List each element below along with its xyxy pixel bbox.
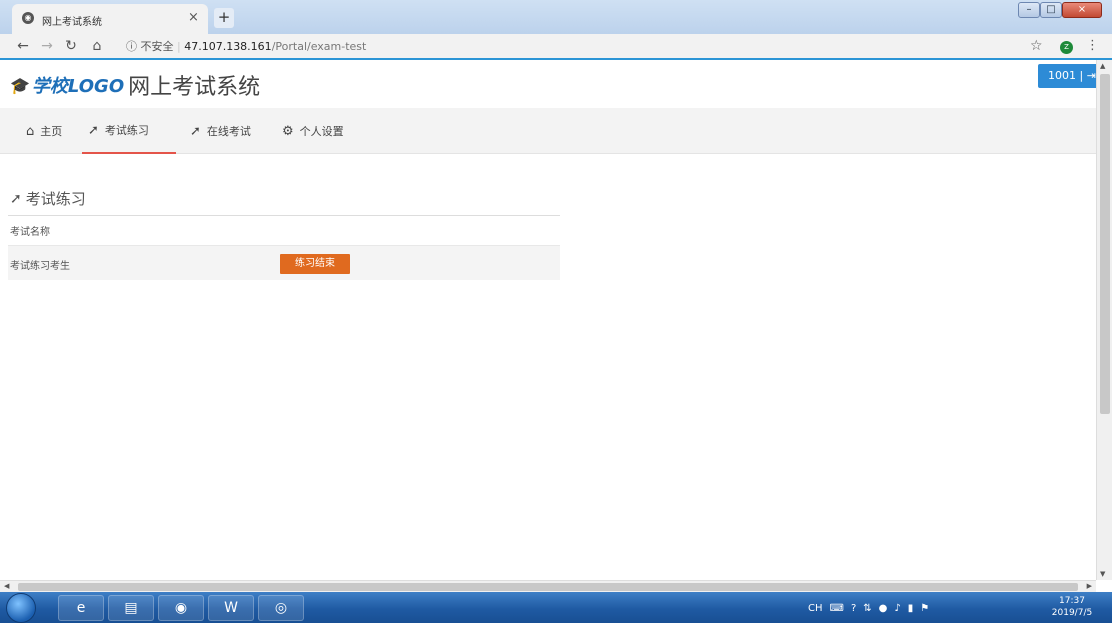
section-title: ➚ 考试练习 bbox=[10, 188, 86, 209]
url-host: 47.107.138.161 bbox=[184, 40, 272, 53]
profile-avatar[interactable]: Z bbox=[1060, 41, 1073, 54]
end-practice-button[interactable]: 练习结束 bbox=[280, 254, 350, 274]
help-icon[interactable]: ? bbox=[851, 603, 856, 614]
scroll-up-icon[interactable]: ▲ bbox=[1100, 62, 1105, 70]
network-icon[interactable]: ⇅ bbox=[863, 603, 871, 614]
table-row: 考试练习考生 练习结束 bbox=[8, 246, 560, 280]
scroll-left-icon[interactable]: ◀ bbox=[4, 582, 9, 590]
nav-item-settings[interactable]: ⚙ 个人设置 bbox=[276, 108, 350, 154]
browser-tab-bar: ◉ 网上考试系统 × + – □ × bbox=[0, 0, 1112, 34]
user-logout-badge[interactable]: 1001 | ⇥ bbox=[1038, 64, 1096, 88]
browser-menu-icon[interactable]: ⋮ bbox=[1086, 38, 1099, 53]
nav-item-home[interactable]: ⌂ 主页 bbox=[20, 108, 68, 154]
new-tab-button[interactable]: + bbox=[214, 8, 234, 28]
main-nav: ⌂ 主页 ➚ 考试练习 ➚ 在线考试 ⚙ 个人设置 bbox=[0, 108, 1096, 154]
input-language[interactable]: CH bbox=[808, 603, 823, 614]
signal-icon[interactable]: ▮ bbox=[908, 603, 914, 614]
maximize-button[interactable]: □ bbox=[1040, 2, 1062, 18]
nav-item-label: 在线考试 bbox=[206, 125, 251, 138]
ie-icon[interactable]: e bbox=[58, 595, 104, 621]
home-icon: ⌂ bbox=[26, 123, 35, 139]
insecure-label[interactable]: ⓘ 不安全 bbox=[126, 40, 174, 53]
section-title-text: 考试练习 bbox=[25, 190, 86, 208]
graduation-cap-icon: 🎓 bbox=[10, 75, 30, 95]
minimize-button[interactable]: – bbox=[1018, 2, 1040, 18]
app-icon[interactable]: ◎ bbox=[258, 595, 304, 621]
vertical-scrollbar[interactable]: ▲ ▼ bbox=[1096, 60, 1112, 580]
taskbar-clock[interactable]: 17:37 2019/7/5 bbox=[1042, 595, 1102, 619]
word-icon[interactable]: W bbox=[208, 595, 254, 621]
scroll-down-icon[interactable]: ▼ bbox=[1100, 570, 1105, 578]
horizontal-scroll-thumb[interactable] bbox=[18, 583, 1078, 591]
address-bar: ← → ↻ ⌂ ⓘ 不安全 | 47.107.138.161/Portal/ex… bbox=[0, 34, 1112, 60]
nav-item-label: 主页 bbox=[40, 125, 63, 138]
table-header: 考试名称 bbox=[8, 220, 560, 246]
tab-close-button[interactable]: × bbox=[188, 10, 199, 25]
chrome-icon[interactable]: ◉ bbox=[158, 595, 204, 621]
system-tray: CH ⌨ ? ⇅ ● ♪ ▮ ⚑ bbox=[808, 596, 936, 620]
wechat-icon[interactable]: ● bbox=[879, 603, 888, 614]
flag-icon[interactable]: ⚑ bbox=[920, 603, 929, 614]
browser-tab[interactable]: ◉ 网上考试系统 × bbox=[12, 4, 208, 34]
paper-plane-icon: ➚ bbox=[10, 190, 22, 207]
window-close-button[interactable]: × bbox=[1062, 2, 1102, 18]
back-icon[interactable]: ← bbox=[14, 38, 32, 54]
site-logo[interactable]: 🎓 学校LOGO 网上考试系统 bbox=[10, 70, 260, 100]
reload-icon[interactable]: ↻ bbox=[62, 38, 80, 54]
file-explorer-icon[interactable]: ▤ bbox=[108, 595, 154, 621]
nav-item-practice[interactable]: ➚ 考试练习 bbox=[82, 108, 176, 154]
clock-time: 17:37 bbox=[1059, 596, 1085, 606]
paper-plane-icon: ➚ bbox=[190, 123, 201, 139]
start-button[interactable] bbox=[6, 593, 36, 623]
keyboard-icon[interactable]: ⌨ bbox=[830, 603, 844, 614]
volume-icon[interactable]: ♪ bbox=[894, 603, 900, 614]
bookmark-star-icon[interactable]: ☆ bbox=[1030, 38, 1043, 54]
section-divider bbox=[8, 215, 560, 216]
horizontal-scrollbar[interactable]: ◀ ▶ bbox=[0, 580, 1096, 592]
nav-item-label: 个人设置 bbox=[299, 125, 344, 138]
scroll-right-icon[interactable]: ▶ bbox=[1087, 582, 1092, 590]
clock-date: 2019/7/5 bbox=[1051, 608, 1093, 618]
gears-icon: ⚙ bbox=[282, 123, 294, 139]
url-path: /Portal/exam-test bbox=[271, 40, 367, 53]
tab-title: 网上考试系统 bbox=[42, 17, 102, 28]
forward-icon[interactable]: → bbox=[38, 38, 56, 54]
paper-plane-icon: ➚ bbox=[88, 122, 99, 138]
nav-item-online-exam[interactable]: ➚ 在线考试 bbox=[184, 108, 257, 154]
exam-name-cell: 考试练习考生 bbox=[10, 261, 70, 272]
vertical-scroll-thumb[interactable] bbox=[1100, 74, 1110, 414]
logo-school-text: 学校LOGO bbox=[31, 76, 125, 97]
page-content: 🎓 学校LOGO 网上考试系统 1001 | ⇥ ⌂ 主页 ➚ 考试练习 ➚ 在… bbox=[0, 60, 1096, 580]
windows-taskbar: e ▤ ◉ W ◎ CH ⌨ ? ⇅ ● ♪ ▮ ⚑ 17:37 2019/7/… bbox=[0, 592, 1112, 623]
system-title: 网上考试系统 bbox=[128, 75, 261, 100]
home-button-icon[interactable]: ⌂ bbox=[88, 38, 106, 54]
url-field[interactable]: ⓘ 不安全 | 47.107.138.161/Portal/exam-test bbox=[126, 38, 366, 54]
nav-item-label: 考试练习 bbox=[104, 124, 149, 137]
globe-icon: ◉ bbox=[22, 12, 34, 24]
